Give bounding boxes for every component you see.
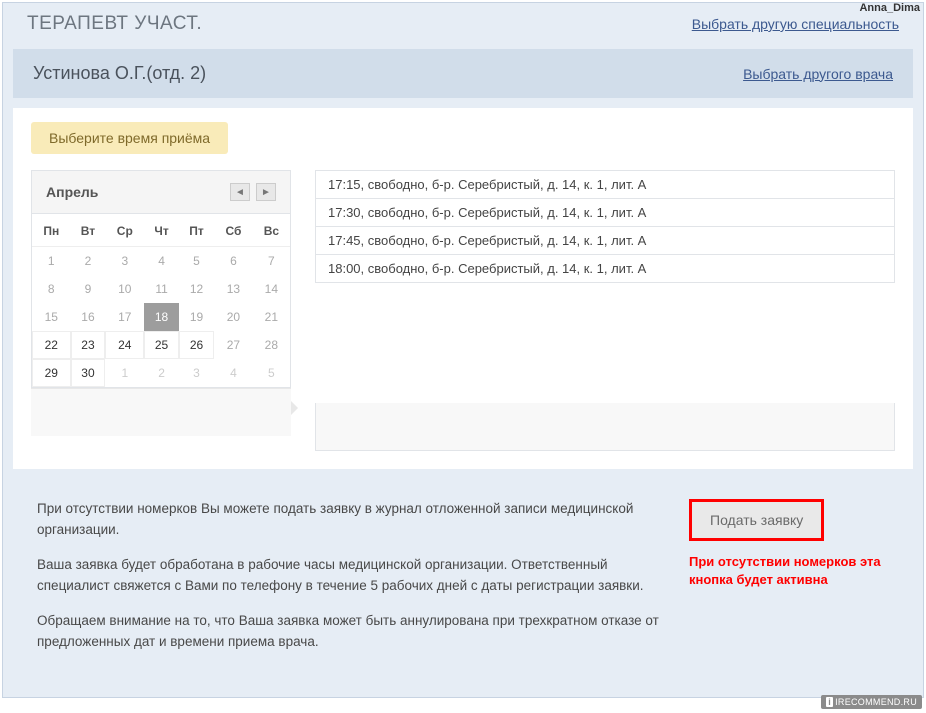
info-box: При отсутствии номерков Вы можете подать… bbox=[13, 479, 913, 687]
calendar-day[interactable]: 30 bbox=[71, 359, 106, 387]
doctor-name: Устинова О.Г.(отд. 2) bbox=[33, 63, 206, 84]
calendar-day[interactable]: 25 bbox=[144, 331, 179, 359]
time-slot[interactable]: 17:45, свободно, б-р. Серебристый, д. 14… bbox=[316, 227, 894, 255]
calendar-day: 19 bbox=[179, 303, 214, 331]
calendar-day[interactable]: 24 bbox=[105, 331, 144, 359]
time-slot[interactable]: 17:15, свободно, б-р. Серебристый, д. 14… bbox=[316, 171, 894, 199]
calendar-day: 3 bbox=[179, 359, 214, 387]
calendar-panel: Апрель ◄ ► ПнВтСрЧтПтСбВс 12345678910111… bbox=[31, 170, 291, 451]
slots-footer bbox=[315, 403, 895, 451]
calendar-next-button[interactable]: ► bbox=[256, 183, 276, 201]
calendar-day[interactable]: 29 bbox=[32, 359, 71, 387]
calendar-day: 1 bbox=[32, 247, 71, 275]
calendar-day: 27 bbox=[214, 331, 253, 359]
calendar-day: 28 bbox=[253, 331, 290, 359]
calendar-day: 21 bbox=[253, 303, 290, 331]
content-area: Выберите время приёма Апрель ◄ ► ПнВтСрЧ… bbox=[13, 108, 913, 469]
calendar-day: 14 bbox=[253, 275, 290, 303]
time-slot[interactable]: 17:30, свободно, б-р. Серебристый, д. 14… bbox=[316, 199, 894, 227]
calendar-footer bbox=[31, 388, 291, 436]
calendar-day: 8 bbox=[32, 275, 71, 303]
calendar-day: 1 bbox=[105, 359, 144, 387]
submit-request-button[interactable]: Подать заявку bbox=[689, 499, 824, 541]
calendar-day: 6 bbox=[214, 247, 253, 275]
info-paragraph: При отсутствии номерков Вы можете подать… bbox=[37, 499, 659, 541]
main-panel: ТЕРАПЕВТ УЧАСТ. Выбрать другую специальн… bbox=[2, 2, 924, 698]
calendar-weekday: Сб bbox=[214, 214, 253, 247]
slots-list: 17:15, свободно, б-р. Серебристый, д. 14… bbox=[315, 170, 895, 283]
calendar-prev-button[interactable]: ◄ bbox=[230, 183, 250, 201]
info-text: При отсутствии номерков Вы можете подать… bbox=[37, 499, 659, 667]
calendar-day: 3 bbox=[105, 247, 144, 275]
irecommend-badge: iIRECOMMEND.RU bbox=[821, 695, 922, 709]
calendar-day: 7 bbox=[253, 247, 290, 275]
calendar-grid: ПнВтСрЧтПтСбВс 1234567891011121314151617… bbox=[32, 214, 290, 387]
time-slot[interactable]: 18:00, свободно, б-р. Серебристый, д. 14… bbox=[316, 255, 894, 282]
calendar-day[interactable]: 26 bbox=[179, 331, 214, 359]
calendar-day: 16 bbox=[71, 303, 106, 331]
specialty-header: ТЕРАПЕВТ УЧАСТ. Выбрать другую специальн… bbox=[3, 3, 923, 49]
calendar-weekday: Вт bbox=[71, 214, 106, 247]
change-specialty-link[interactable]: Выбрать другую специальность bbox=[692, 16, 899, 32]
calendar-weekday: Пт bbox=[179, 214, 214, 247]
calendar-month: Апрель bbox=[46, 184, 98, 200]
calendar-day: 4 bbox=[144, 247, 179, 275]
info-paragraph: Ваша заявка будет обработана в рабочие ч… bbox=[37, 555, 659, 597]
red-annotation: При отсутствии номерков эта кнопка будет… bbox=[689, 553, 889, 589]
calendar-weekday: Пн bbox=[32, 214, 71, 247]
calendar-day: 4 bbox=[214, 359, 253, 387]
watermark-text: Anna_Dima bbox=[859, 2, 920, 14]
calendar-day: 9 bbox=[71, 275, 106, 303]
doctor-header: Устинова О.Г.(отд. 2) Выбрать другого вр… bbox=[13, 49, 913, 98]
calendar-day: 12 bbox=[179, 275, 214, 303]
calendar-day: 5 bbox=[179, 247, 214, 275]
calendar-day: 10 bbox=[105, 275, 144, 303]
calendar-day: 17 bbox=[105, 303, 144, 331]
calendar-day[interactable]: 23 bbox=[71, 331, 106, 359]
calendar-weekday: Ср bbox=[105, 214, 144, 247]
specialty-title: ТЕРАПЕВТ УЧАСТ. bbox=[27, 13, 202, 35]
calendar-weekday: Вс bbox=[253, 214, 290, 247]
calendar-day: 5 bbox=[253, 359, 290, 387]
calendar-day[interactable]: 18 bbox=[144, 303, 179, 331]
calendar-day: 15 bbox=[32, 303, 71, 331]
calendar-day: 20 bbox=[214, 303, 253, 331]
calendar-day: 11 bbox=[144, 275, 179, 303]
calendar-weekday: Чт bbox=[144, 214, 179, 247]
select-time-label: Выберите время приёма bbox=[31, 122, 228, 154]
slots-panel: 17:15, свободно, б-р. Серебристый, д. 14… bbox=[315, 170, 895, 451]
calendar-day: 2 bbox=[144, 359, 179, 387]
calendar-day[interactable]: 22 bbox=[32, 331, 71, 359]
info-paragraph: Обращаем внимание на то, что Ваша заявка… bbox=[37, 611, 659, 653]
calendar-day: 2 bbox=[71, 247, 106, 275]
change-doctor-link[interactable]: Выбрать другого врача bbox=[743, 66, 893, 82]
calendar-day: 13 bbox=[214, 275, 253, 303]
